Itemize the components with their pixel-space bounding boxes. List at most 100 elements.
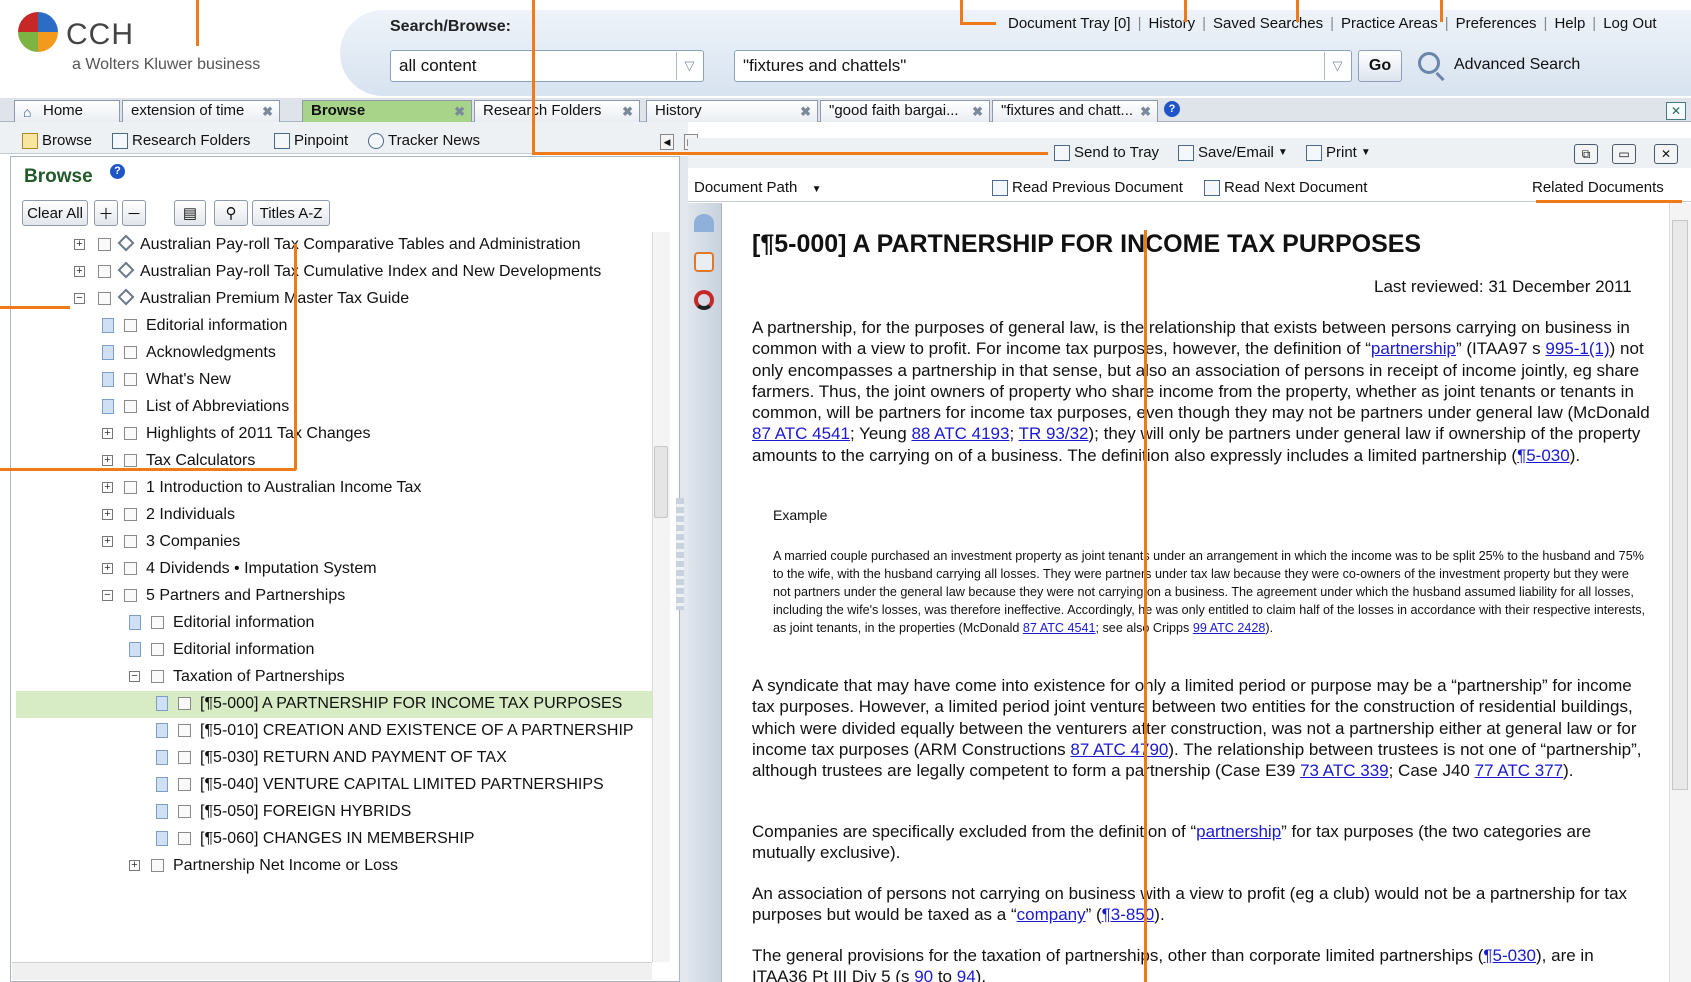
toolbar-pinpoint[interactable]: Pinpoint [274,132,348,149]
toolbar-tracker-news[interactable]: Tracker News [368,132,480,149]
collapse-all-icon[interactable]: － [122,200,146,226]
expand-icon[interactable]: + [74,239,85,250]
link-87-atc-4790[interactable]: 87 ATC 4790 [1070,740,1168,759]
documents-icon[interactable]: ▤ [174,200,206,226]
tree-scroll-thumb[interactable] [654,446,668,518]
scroll-top-icon[interactable] [694,214,714,232]
collapse-icon[interactable]: − [129,671,140,682]
history-link[interactable]: History [1148,15,1195,32]
expand-icon[interactable]: + [102,428,113,439]
expand-icon[interactable]: + [102,536,113,547]
attach-icon[interactable]: ⚲ [214,200,248,226]
go-button[interactable]: Go [1358,50,1402,82]
scope-dropdown-icon[interactable]: ▽ [676,52,702,80]
expand-icon[interactable]: + [102,509,113,520]
expand-all-icon[interactable]: ＋ [94,200,118,226]
tab-history[interactable]: History ✖ [646,100,818,122]
tree-row[interactable]: + Highlights of 2011 Tax Changes [16,421,652,448]
tab-extension-of-time[interactable]: extension of time ✖ [122,100,280,122]
tree-checkbox[interactable] [124,400,137,413]
document-path-menu[interactable]: Document Path ▼ [694,179,821,196]
close-tab-icon[interactable]: ✖ [262,104,273,120]
tree-horizontal-scrollbar[interactable] [12,962,652,980]
tree-row[interactable]: − Australian Premium Master Tax Guide [16,286,652,313]
tree-checkbox[interactable] [124,373,137,386]
saved-searches-link[interactable]: Saved Searches [1213,15,1323,32]
tab-research-folders[interactable]: Research Folders ✖ [474,100,640,122]
tab-fixtures-search[interactable]: "fixtures and chatt... ✖ [992,100,1158,122]
tree-row[interactable]: Acknowledgments [16,340,652,367]
link-73-atc-339[interactable]: 73 ATC 339 [1300,761,1389,780]
tree-checkbox[interactable] [151,859,164,872]
tree-checkbox[interactable] [98,265,111,278]
tree-row[interactable]: Editorial information [16,637,652,664]
close-tab-icon[interactable]: ✖ [972,104,983,120]
tab-good-faith-search[interactable]: "good faith bargai... ✖ [820,100,990,122]
expand-icon[interactable]: + [74,266,85,277]
collapse-icon[interactable]: − [74,293,85,304]
resize-grip[interactable] [676,498,684,610]
tree-row[interactable]: Editorial information [16,610,652,637]
link-s-94[interactable]: 94 [957,967,976,982]
collapse-icon[interactable]: − [102,590,113,601]
tree-checkbox[interactable] [124,427,137,440]
scope-select[interactable]: all content [390,50,704,82]
tree-row[interactable]: +4 Dividends • Imputation System [16,556,652,583]
save-email-button[interactable]: Save/Email ▼ [1178,144,1288,161]
tree-row[interactable]: What's New [16,367,652,394]
tree-row[interactable]: + Partnership Net Income or Loss [16,853,652,880]
tree-row[interactable]: +2 Individuals [16,502,652,529]
restore-icon[interactable]: ▭ [1612,144,1636,164]
expand-icon[interactable]: + [102,482,113,493]
tab-browse[interactable]: Browse ✖ [302,100,472,122]
magnifier-icon[interactable] [1418,52,1440,74]
toolbar-research-folders[interactable]: Research Folders [112,132,250,149]
tree-checkbox[interactable] [178,805,191,818]
tree-checkbox[interactable] [178,751,191,764]
tree-checkbox[interactable] [124,454,137,467]
tree-row[interactable]: +3 Companies [16,529,652,556]
print-button[interactable]: Print ▼ [1306,144,1371,161]
tree-row[interactable]: [¶5-030] RETURN AND PAYMENT OF TAX [16,745,652,772]
tree-checkbox[interactable] [178,697,191,710]
close-document-icon[interactable]: ✕ [1654,144,1678,164]
send-to-tray-button[interactable]: Send to Tray [1054,144,1159,161]
help-icon[interactable]: ? [1164,101,1180,117]
tree-checkbox[interactable] [178,778,191,791]
tree-scrollbar[interactable] [652,232,670,962]
close-tab-icon[interactable]: ✖ [800,104,811,120]
tree-checkbox[interactable] [124,535,137,548]
tree-checkbox[interactable] [124,589,137,602]
new-window-icon[interactable]: ⧉ [1574,144,1598,164]
close-tab-icon[interactable]: ✖ [622,104,633,120]
tree-row[interactable]: [¶5-040] VENTURE CAPITAL LIMITED PARTNER… [16,772,652,799]
link-partnership[interactable]: partnership [1371,339,1456,358]
tree-row[interactable]: [¶5-060] CHANGES IN MEMBERSHIP [16,826,652,853]
related-documents-link[interactable]: Related Documents [1532,179,1664,196]
close-tab-icon[interactable]: ✖ [1140,104,1151,120]
annotation-icon[interactable] [694,290,714,310]
tree-checkbox[interactable] [124,319,137,332]
search-input[interactable]: "fixtures and chattels" [734,50,1352,82]
expand-icon[interactable]: + [102,455,113,466]
tree-row[interactable]: + Australian Pay-roll Tax Cumulative Inde… [16,259,652,286]
help-icon[interactable]: ? [110,164,125,179]
tree-row[interactable]: [¶5-050] FOREIGN HYBRIDS [16,799,652,826]
link-tr-93-32[interactable]: TR 93/32 [1019,424,1089,443]
tree-checkbox[interactable] [151,643,164,656]
search-dropdown-icon[interactable]: ▽ [1324,52,1350,80]
link-5-030[interactable]: ¶5-030 [1483,946,1536,965]
tree-checkbox[interactable] [98,292,111,305]
expand-icon[interactable]: + [102,563,113,574]
read-next-button[interactable]: Read Next Document [1204,179,1367,196]
expand-icon[interactable]: + [129,860,140,871]
preferences-link[interactable]: Preferences [1456,15,1537,32]
document-scroll-thumb[interactable] [1672,220,1688,790]
tree-checkbox[interactable] [178,832,191,845]
tree-checkbox[interactable] [98,238,111,251]
tree-checkbox[interactable] [124,508,137,521]
close-all-tabs-icon[interactable]: ✕ [1666,102,1686,120]
tree-row[interactable]: + Australian Pay-roll Tax Comparative Tab… [16,232,652,259]
link-77-atc-377[interactable]: 77 ATC 377 [1475,761,1564,780]
tab-home[interactable]: ⌂ Home [14,100,120,122]
